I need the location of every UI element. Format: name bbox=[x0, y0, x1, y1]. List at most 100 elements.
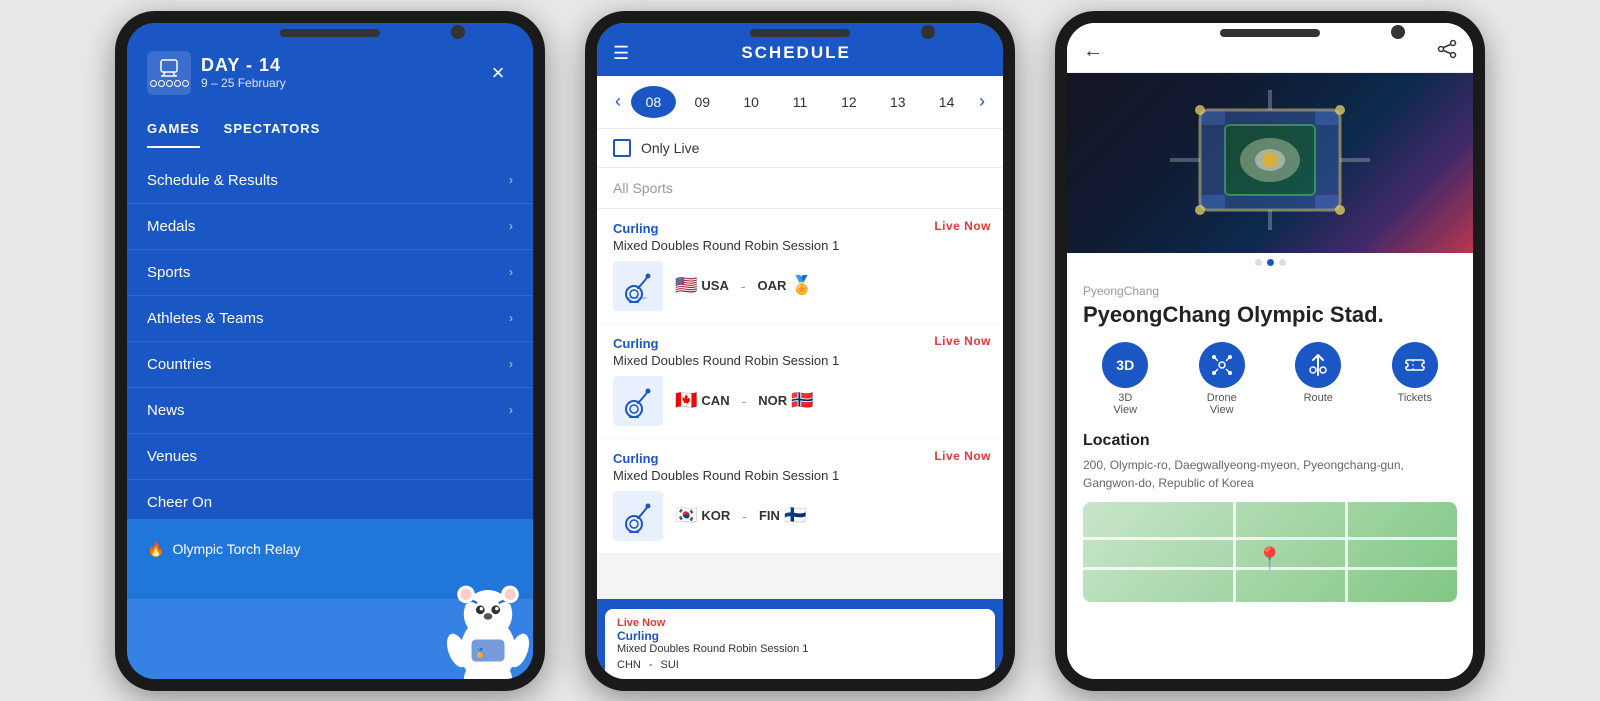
prev-date-arrow[interactable]: ‹ bbox=[609, 87, 627, 116]
menu-title-area: DAY - 14 9 – 25 February bbox=[201, 55, 286, 90]
dot-3[interactable] bbox=[1279, 259, 1286, 266]
event-name: Mixed Doubles Round Robin Session 1 bbox=[613, 353, 987, 368]
team2-flag: 🇳🇴 bbox=[791, 390, 813, 411]
card-body: 🇰🇷 KOR - FIN 🇫🇮 bbox=[613, 491, 987, 541]
dot-2[interactable] bbox=[1267, 259, 1274, 266]
location-title: Location bbox=[1083, 432, 1457, 450]
curling-icon bbox=[613, 376, 663, 426]
date-10[interactable]: 10 bbox=[729, 88, 774, 116]
sport-name: Curling bbox=[613, 451, 987, 466]
menu-item-venues[interactable]: Venues bbox=[127, 434, 533, 480]
team2: OAR 🏅 bbox=[758, 275, 813, 296]
bottom-teams: CHN - SUI bbox=[617, 659, 983, 671]
phone-schedule: ☰ SCHEDULE ‹ 08 09 10 11 12 13 14 › Only… bbox=[585, 11, 1015, 691]
date-12[interactable]: 12 bbox=[826, 88, 871, 116]
action-label: DroneView bbox=[1207, 392, 1237, 416]
action-route[interactable]: Route bbox=[1276, 342, 1361, 416]
torch-relay-label: Olympic Torch Relay bbox=[172, 541, 300, 557]
date-14[interactable]: 14 bbox=[924, 88, 969, 116]
bottom-team1: CHN bbox=[617, 659, 641, 671]
bottom-team2: SUI bbox=[661, 659, 679, 671]
phone-menu: DAY - 14 9 – 25 February × GAMES SPECTAT… bbox=[115, 11, 545, 691]
venue-aerial-image bbox=[1067, 73, 1473, 253]
menu-item-schedule[interactable]: Schedule & Results › bbox=[127, 158, 533, 204]
close-button[interactable]: × bbox=[483, 58, 513, 88]
stadium-visual bbox=[1170, 90, 1370, 235]
venue-city: PyeongChang bbox=[1083, 284, 1457, 298]
menu-item-medals[interactable]: Medals › bbox=[127, 204, 533, 250]
action-drone-view[interactable]: DroneView bbox=[1180, 342, 1265, 416]
action-label: Tickets bbox=[1398, 392, 1432, 404]
only-live-row: Only Live bbox=[597, 129, 1003, 168]
menu-item-sports[interactable]: Sports › bbox=[127, 250, 533, 296]
location-address: 200, Olympic-ro, Daegwallyeong-myeon, Py… bbox=[1083, 456, 1457, 492]
phone-notch bbox=[1220, 29, 1320, 37]
menu-item-label: Venues bbox=[147, 448, 197, 465]
tickets-icon bbox=[1392, 342, 1438, 388]
schedule-list: Live Now Curling Mixed Doubles Round Rob… bbox=[597, 209, 1003, 599]
team2-name: OAR bbox=[758, 278, 787, 293]
chevron-right-icon: › bbox=[509, 173, 513, 187]
menu-item-label: Cheer On bbox=[147, 494, 212, 511]
menu-item-label: Schedule & Results bbox=[147, 172, 278, 189]
curling-icon bbox=[613, 261, 663, 311]
menu-logo-area: DAY - 14 9 – 25 February bbox=[147, 51, 286, 95]
menu-items-list: Schedule & Results › Medals › Sports › A… bbox=[127, 158, 533, 519]
tab-spectators[interactable]: SPECTATORS bbox=[224, 111, 321, 148]
date-11[interactable]: 11 bbox=[778, 88, 823, 116]
phone-camera bbox=[1391, 25, 1405, 39]
vs-separator: - bbox=[741, 278, 746, 294]
date-09[interactable]: 09 bbox=[680, 88, 725, 116]
menu-item-torch-relay[interactable]: 🔥 Olympic Torch Relay bbox=[147, 531, 513, 568]
bottom-event-name: Mixed Doubles Round Robin Session 1 bbox=[617, 643, 983, 655]
olympic-rings bbox=[150, 80, 189, 87]
menu-item-label: Medals bbox=[147, 218, 195, 235]
only-live-checkbox[interactable] bbox=[613, 139, 631, 157]
team2-name: NOR bbox=[758, 393, 787, 408]
tab-games[interactable]: GAMES bbox=[147, 111, 200, 148]
team2-name: FIN bbox=[759, 508, 780, 523]
day-label: DAY - 14 bbox=[201, 55, 286, 76]
map-pin: 📍 bbox=[1256, 546, 1283, 572]
match-teams: 🇺🇸 USA - OAR 🏅 bbox=[675, 275, 813, 296]
next-date-arrow[interactable]: › bbox=[973, 87, 991, 116]
menu-item-athletes[interactable]: Athletes & Teams › bbox=[127, 296, 533, 342]
match-teams: 🇰🇷 KOR - FIN 🇫🇮 bbox=[675, 505, 806, 526]
venue-name: PyeongChang Olympic Stad. bbox=[1083, 302, 1457, 328]
menu-item-label: News bbox=[147, 402, 185, 419]
card-body: 🇺🇸 USA - OAR 🏅 bbox=[613, 261, 987, 311]
venue-map[interactable]: 📍 bbox=[1083, 502, 1457, 602]
sports-filter[interactable]: All Sports bbox=[597, 168, 1003, 209]
flame-icon: 🔥 bbox=[147, 541, 164, 558]
curling-icon bbox=[613, 491, 663, 541]
action-tickets[interactable]: Tickets bbox=[1373, 342, 1458, 416]
date-08[interactable]: 08 bbox=[631, 86, 676, 118]
date-13[interactable]: 13 bbox=[875, 88, 920, 116]
schedule-bottom-card: Live Now Curling Mixed Doubles Round Rob… bbox=[605, 609, 995, 679]
menu-item-label: Sports bbox=[147, 264, 190, 281]
dot-1[interactable] bbox=[1255, 259, 1262, 266]
schedule-title: SCHEDULE bbox=[641, 43, 951, 63]
menu-item-cheeron[interactable]: Cheer On bbox=[127, 480, 533, 519]
team1-name: CAN bbox=[701, 393, 729, 408]
phone-venue: ← bbox=[1055, 11, 1485, 691]
hamburger-menu-icon[interactable]: ☰ bbox=[613, 43, 629, 64]
action-3d-view[interactable]: 3D 3DView bbox=[1083, 342, 1168, 416]
phone-camera bbox=[451, 25, 465, 39]
share-button[interactable] bbox=[1437, 39, 1457, 64]
team1: 🇰🇷 KOR bbox=[675, 505, 730, 526]
date-navigation: ‹ 08 09 10 11 12 13 14 › bbox=[597, 76, 1003, 129]
team1-name: USA bbox=[701, 278, 728, 293]
mascot-image: 🏅 bbox=[433, 579, 533, 679]
phone-schedule-screen: ☰ SCHEDULE ‹ 08 09 10 11 12 13 14 › Only… bbox=[597, 23, 1003, 679]
vs-separator: - bbox=[742, 508, 747, 524]
menu-item-label: Athletes & Teams bbox=[147, 310, 263, 327]
menu-item-countries[interactable]: Countries › bbox=[127, 342, 533, 388]
menu-item-news[interactable]: News › bbox=[127, 388, 533, 434]
menu-bottom: 🔥 Olympic Torch Relay bbox=[127, 519, 533, 679]
back-button[interactable]: ← bbox=[1083, 40, 1103, 63]
phone-camera bbox=[921, 25, 935, 39]
team1: 🇨🇦 CAN bbox=[675, 390, 730, 411]
date-label: 9 – 25 February bbox=[201, 76, 286, 90]
only-live-label: Only Live bbox=[641, 140, 699, 156]
